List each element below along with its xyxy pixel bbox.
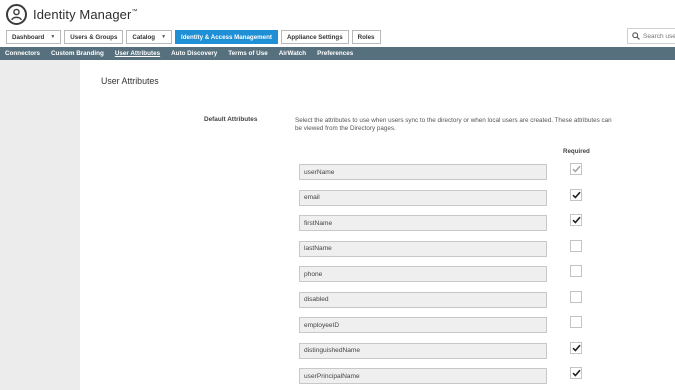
attribute-row: firstName bbox=[0, 214, 675, 231]
tab-identity-access-management[interactable]: Identity & Access Management bbox=[175, 30, 278, 44]
attribute-name-field: userPrincipalName bbox=[299, 368, 547, 384]
required-checkbox[interactable] bbox=[570, 214, 582, 226]
attribute-name-field: firstName bbox=[299, 215, 547, 231]
attribute-row: phone bbox=[0, 265, 675, 282]
search-icon bbox=[632, 32, 640, 40]
attribute-row: disabled bbox=[0, 290, 675, 308]
required-checkbox[interactable] bbox=[570, 367, 582, 379]
top-bar: Identity Manager™ Dashboard ▼ Users & Grou… bbox=[0, 0, 675, 47]
subnav-item-terms-of-use[interactable]: Terms of Use bbox=[228, 50, 267, 57]
subnav-item-airwatch[interactable]: AirWatch bbox=[279, 50, 306, 57]
attribute-name-field: email bbox=[299, 189, 547, 206]
required-checkbox[interactable] bbox=[570, 265, 582, 277]
checkmark-icon bbox=[571, 216, 581, 224]
main-tabs: Dashboard ▼ Users & Groups Catalog ▼ Identity… bbox=[6, 30, 381, 44]
sub-navigation: Connectors Custom Branding User Attributes… bbox=[0, 47, 675, 60]
attribute-row: userPrincipalName bbox=[0, 367, 675, 384]
attribute-name-field: disabled bbox=[299, 291, 547, 308]
tab-appliance-settings[interactable]: Appliance Settings bbox=[280, 30, 349, 44]
required-checkbox[interactable] bbox=[570, 316, 582, 328]
required-column-header: Required bbox=[563, 148, 590, 155]
search-input[interactable] bbox=[643, 30, 675, 42]
tab-label: Catalog bbox=[132, 33, 156, 41]
checkmark-icon bbox=[571, 369, 581, 377]
identity-manager-logo-icon bbox=[6, 4, 27, 25]
attribute-row: distinguishedName bbox=[0, 341, 675, 359]
tab-dashboard[interactable]: Dashboard ▼ bbox=[6, 30, 62, 44]
chevron-down-icon[interactable]: ▼ bbox=[50, 34, 55, 40]
subnav-item-preferences[interactable]: Preferences bbox=[317, 50, 353, 57]
app-title: Identity Manager™ bbox=[33, 7, 138, 22]
required-checkbox bbox=[570, 163, 582, 175]
tab-label: Users & Groups bbox=[70, 33, 118, 41]
subnav-item-custom-branding[interactable]: Custom Branding bbox=[51, 50, 104, 57]
default-attributes-label: Default Attributes bbox=[204, 116, 258, 123]
page-title: User Attributes bbox=[101, 76, 159, 86]
subnav-item-connectors[interactable]: Connectors bbox=[5, 50, 40, 57]
attribute-name-field: userName bbox=[299, 164, 547, 180]
attribute-name-field: distinguishedName bbox=[299, 342, 547, 359]
checkmark-icon bbox=[571, 191, 581, 199]
tab-roles[interactable]: Roles bbox=[351, 30, 381, 44]
tab-catalog[interactable]: Catalog ▼ bbox=[126, 30, 173, 44]
subnav-item-user-attributes[interactable]: User Attributes bbox=[115, 50, 160, 57]
attribute-row: lastName bbox=[0, 239, 675, 257]
required-checkbox[interactable] bbox=[570, 290, 582, 303]
tab-label: Dashboard bbox=[12, 33, 45, 41]
checkmark-icon bbox=[571, 344, 581, 352]
attributes-description: Select the attributes to use when users … bbox=[295, 117, 612, 132]
tab-users-groups[interactable]: Users & Groups bbox=[64, 30, 124, 44]
search-box[interactable] bbox=[627, 28, 675, 44]
tab-label: Identity & Access Management bbox=[181, 33, 272, 41]
attribute-row: employeeID bbox=[0, 316, 675, 333]
checkmark-icon bbox=[571, 165, 581, 173]
attribute-name-field: phone bbox=[299, 266, 547, 282]
chevron-down-icon[interactable]: ▼ bbox=[161, 34, 166, 40]
required-checkbox[interactable] bbox=[570, 239, 582, 252]
required-checkbox[interactable] bbox=[570, 188, 582, 201]
attribute-name-field: lastName bbox=[299, 240, 547, 257]
attribute-row: userName bbox=[0, 163, 675, 180]
subnav-item-auto-discovery[interactable]: Auto Discovery bbox=[171, 50, 217, 57]
attribute-row: email bbox=[0, 188, 675, 206]
attribute-name-field: employeeID bbox=[299, 317, 547, 333]
tab-label: Roles bbox=[357, 33, 375, 41]
required-checkbox[interactable] bbox=[570, 341, 582, 354]
tab-label: Appliance Settings bbox=[286, 33, 343, 41]
